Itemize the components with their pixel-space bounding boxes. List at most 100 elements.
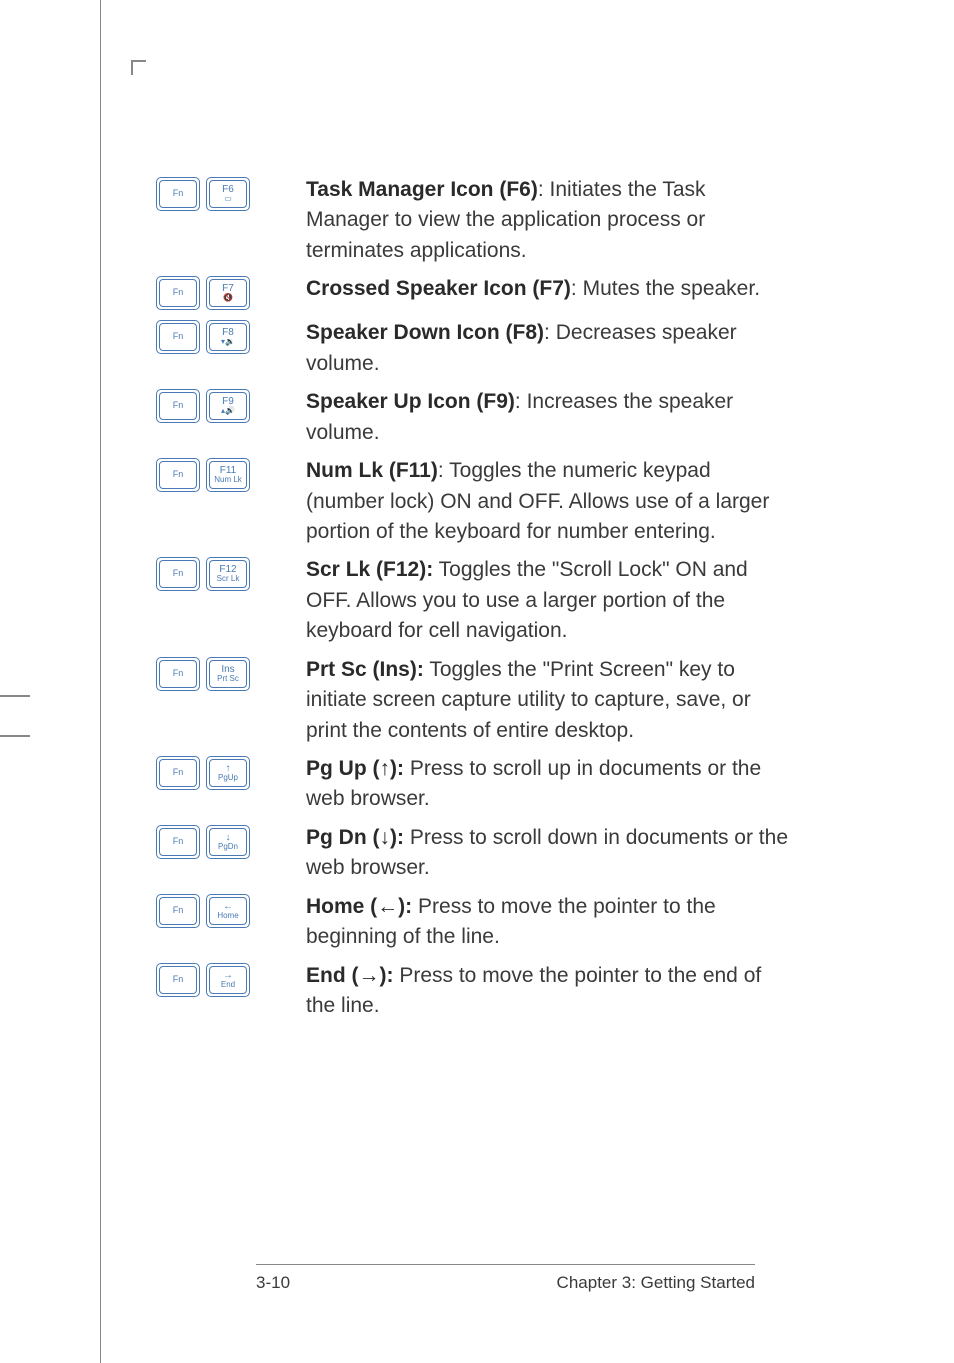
- shortcut-description: Speaker Up Icon (F9): Increases the spea…: [306, 387, 790, 448]
- fn-key-label: Fn: [173, 288, 184, 298]
- key-combo: Fn ↓PgDn: [156, 823, 306, 859]
- shortcut-name: Crossed Speaker Icon (F7): [306, 277, 571, 300]
- shortcut-row: Fn F9▴🔊 Speaker Up Icon (F9): Increases th…: [101, 387, 850, 448]
- key-combo: Fn F6▭: [156, 175, 306, 211]
- shortcut-row: Fn F6▭ Task Manager Icon (F6): Initiates t…: [101, 175, 850, 266]
- shortcut-row: Fn F8▾🔉 Speaker Down Icon (F8): Decreases …: [101, 318, 850, 379]
- shortcut-name: Home (←):: [306, 895, 412, 918]
- fn-key-label: Fn: [173, 470, 184, 480]
- function-key: F6▭: [206, 177, 250, 211]
- function-key: F9▴🔊: [206, 389, 250, 423]
- fn-key: Fn: [156, 389, 200, 423]
- fn-key: Fn: [156, 756, 200, 790]
- shortcut-name: End (→):: [306, 964, 393, 987]
- shortcut-description: Pg Up (↑): Press to scroll up in documen…: [306, 754, 790, 815]
- shortcut-description: Task Manager Icon (F6): Initiates the Ta…: [306, 175, 790, 266]
- fn-key-label: Fn: [173, 569, 184, 579]
- shortcut-row: Fn F12Scr Lk Scr Lk (F12): Toggles the "Sc…: [101, 555, 850, 646]
- key-label-bottom: Num Lk: [214, 476, 242, 485]
- key-combo: Fn F11Num Lk: [156, 456, 306, 492]
- key-label-bottom: ▭: [224, 195, 232, 204]
- shortcut-name: Num Lk (F11): [306, 459, 438, 482]
- fn-key: Fn: [156, 276, 200, 310]
- shortcut-row: Fn InsPrt Sc Prt Sc (Ins): Toggles the "Pr…: [101, 655, 850, 746]
- fn-key-label: Fn: [173, 189, 184, 199]
- fn-key-label: Fn: [173, 669, 184, 679]
- shortcut-description: Pg Dn (↓): Press to scroll down in docum…: [306, 823, 790, 884]
- shortcut-description: Crossed Speaker Icon (F7): Mutes the spe…: [306, 274, 790, 304]
- function-key: InsPrt Sc: [206, 657, 250, 691]
- shortcut-row: Fn ↑PgUp Pg Up (↑): Press to scroll up in …: [101, 754, 850, 815]
- key-label-bottom: Home: [217, 912, 238, 921]
- fn-key: Fn: [156, 320, 200, 354]
- page-footer: 3-10 Chapter 3: Getting Started: [256, 1264, 755, 1293]
- separator: :: [544, 321, 556, 344]
- fn-key: Fn: [156, 825, 200, 859]
- crop-mark: [0, 735, 30, 737]
- crop-mark: [131, 60, 146, 75]
- shortcut-text: Mutes the speaker.: [583, 277, 760, 300]
- fn-key: Fn: [156, 557, 200, 591]
- key-combo: Fn ←Home: [156, 892, 306, 928]
- fn-key: Fn: [156, 458, 200, 492]
- key-label-bottom: ▴🔊: [221, 407, 235, 416]
- key-combo: Fn F9▴🔊: [156, 387, 306, 423]
- shortcut-description: Home (←): Press to move the pointer to t…: [306, 892, 790, 953]
- fn-key-label: Fn: [173, 975, 184, 985]
- shortcut-name: Pg Up (↑):: [306, 757, 404, 780]
- key-combo: Fn InsPrt Sc: [156, 655, 306, 691]
- shortcut-description: Speaker Down Icon (F8): Decreases speake…: [306, 318, 790, 379]
- fn-key: Fn: [156, 963, 200, 997]
- fn-key-label: Fn: [173, 768, 184, 778]
- separator: :: [515, 390, 527, 413]
- key-label-bottom: Scr Lk: [217, 575, 240, 584]
- function-key: ←Home: [206, 894, 250, 928]
- crop-mark: [0, 695, 30, 697]
- shortcut-row: Fn ↓PgDn Pg Dn (↓): Press to scroll down i…: [101, 823, 850, 884]
- function-key: ↓PgDn: [206, 825, 250, 859]
- separator: :: [571, 277, 583, 300]
- fn-key-label: Fn: [173, 837, 184, 847]
- key-label-bottom: PgDn: [218, 843, 238, 852]
- function-key: →End: [206, 963, 250, 997]
- function-key: F7🔇: [206, 276, 250, 310]
- page-content: Fn F6▭ Task Manager Icon (F6): Initiates t…: [100, 0, 850, 1363]
- shortcut-row: Fn →End End (→): Press to move the pointer…: [101, 961, 850, 1022]
- fn-key-label: Fn: [173, 332, 184, 342]
- shortcut-row: Fn ←Home Home (←): Press to move the point…: [101, 892, 850, 953]
- key-combo: Fn ↑PgUp: [156, 754, 306, 790]
- shortcut-name: Prt Sc (Ins):: [306, 658, 424, 681]
- page-number: 3-10: [256, 1273, 290, 1293]
- key-combo: Fn F8▾🔉: [156, 318, 306, 354]
- function-key: F11Num Lk: [206, 458, 250, 492]
- function-key: F12Scr Lk: [206, 557, 250, 591]
- key-label-bottom: Prt Sc: [217, 675, 239, 684]
- fn-key-label: Fn: [173, 401, 184, 411]
- shortcut-description: End (→): Press to move the pointer to th…: [306, 961, 790, 1022]
- fn-key-label: Fn: [173, 906, 184, 916]
- function-key: ↑PgUp: [206, 756, 250, 790]
- shortcut-row: Fn F11Num Lk Num Lk (F11): Toggles the num…: [101, 456, 850, 547]
- fn-key: Fn: [156, 894, 200, 928]
- fn-key: Fn: [156, 177, 200, 211]
- separator: :: [438, 459, 449, 482]
- key-label-bottom: ▾🔉: [221, 338, 235, 347]
- shortcut-name: Speaker Down Icon (F8): [306, 321, 544, 344]
- chapter-title: Chapter 3: Getting Started: [557, 1273, 755, 1293]
- key-combo: Fn →End: [156, 961, 306, 997]
- key-label-bottom: PgUp: [218, 774, 238, 783]
- fn-key: Fn: [156, 657, 200, 691]
- key-combo: Fn F12Scr Lk: [156, 555, 306, 591]
- shortcut-description: Scr Lk (F12): Toggles the "Scroll Lock" …: [306, 555, 790, 646]
- key-combo: Fn F7🔇: [156, 274, 306, 310]
- function-key: F8▾🔉: [206, 320, 250, 354]
- shortcut-row: Fn F7🔇 Crossed Speaker Icon (F7): Mutes th…: [101, 274, 850, 310]
- shortcut-name: Speaker Up Icon (F9): [306, 390, 515, 413]
- shortcut-description: Num Lk (F11): Toggles the numeric keypad…: [306, 456, 790, 547]
- shortcut-name: Task Manager Icon (F6): [306, 178, 538, 201]
- key-label-bottom: 🔇: [223, 294, 233, 303]
- shortcut-name: Scr Lk (F12):: [306, 558, 433, 581]
- separator: :: [538, 178, 550, 201]
- key-label-bottom: End: [221, 981, 235, 990]
- shortcut-description: Prt Sc (Ins): Toggles the "Print Screen"…: [306, 655, 790, 746]
